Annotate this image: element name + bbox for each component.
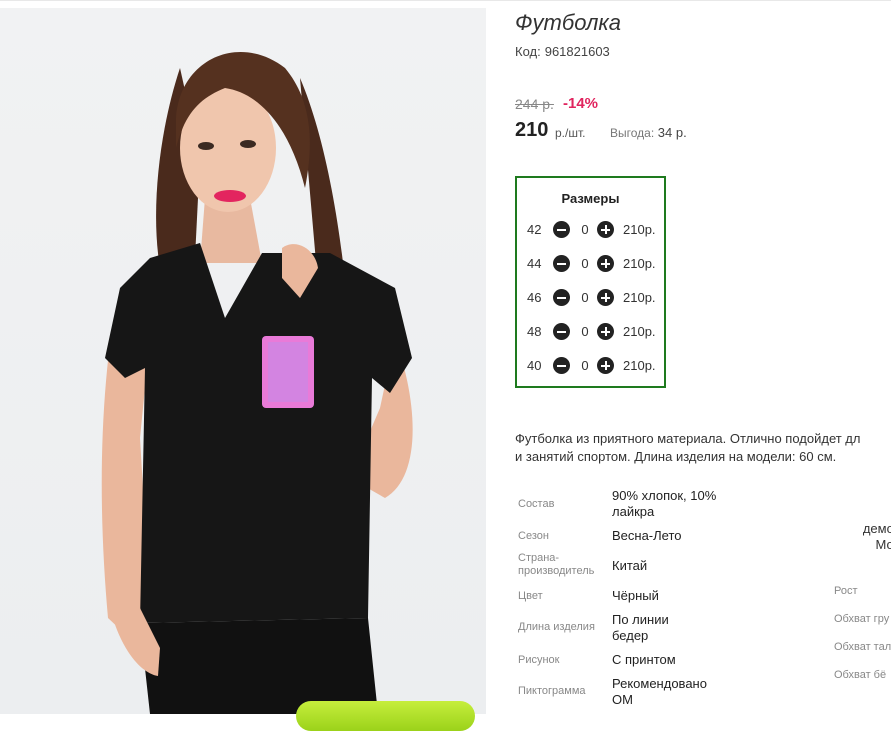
minus-icon xyxy=(557,364,566,367)
model-info-line: демон xyxy=(862,521,891,536)
saving-value: 34 р. xyxy=(657,125,687,140)
product-sku: Код: 961821603 xyxy=(515,44,610,59)
product-description: Футболка из приятного материала. Отлично… xyxy=(515,430,891,466)
property-value: Рекомендовано ОМ xyxy=(612,676,707,707)
qty-value: 0 xyxy=(581,290,589,305)
plus-icon xyxy=(601,361,610,370)
property-key: Состав xyxy=(518,498,555,510)
minus-icon xyxy=(557,296,566,299)
qty-value: 0 xyxy=(581,358,589,373)
qty-value: 0 xyxy=(581,222,589,237)
increase-qty-button[interactable] xyxy=(597,323,614,340)
model-param: Рост xyxy=(834,585,858,597)
increase-qty-button[interactable] xyxy=(597,357,614,374)
description-line: и занятий спортом. Длина изделия на моде… xyxy=(515,449,837,464)
model-param: Обхват тал xyxy=(834,641,891,653)
size-price: 210р. xyxy=(623,256,656,271)
sizes-panel: Размеры 42 0 210р. 44 0 210р. 46 0 210р.… xyxy=(515,176,666,388)
model-param: Обхват гру xyxy=(834,613,890,625)
discount-badge: -14% xyxy=(563,95,599,112)
product-title: Футболка xyxy=(515,10,621,35)
property-key: Цвет xyxy=(518,590,543,602)
model-info-line: Мод xyxy=(875,537,891,552)
size-label: 44 xyxy=(527,256,542,271)
size-label: 46 xyxy=(527,290,542,305)
sku-label: Код: xyxy=(515,44,541,59)
decrease-qty-button[interactable] xyxy=(553,255,570,272)
price-unit: р./шт. xyxy=(555,126,586,140)
model-illustration xyxy=(101,52,413,714)
size-price: 210р. xyxy=(623,222,656,237)
plus-icon xyxy=(601,293,610,302)
qty-value: 0 xyxy=(581,256,589,271)
property-value: С принтом xyxy=(612,652,676,667)
property-value: Китай xyxy=(612,558,648,573)
current-price: 210 xyxy=(515,119,549,141)
minus-icon xyxy=(557,228,566,231)
saving: Выгода: 34 р. xyxy=(610,125,687,140)
plus-icon xyxy=(601,327,610,336)
plus-icon xyxy=(601,259,610,268)
property-key: Рисунок xyxy=(518,654,560,666)
old-price: 244 р. xyxy=(515,96,554,112)
increase-qty-button[interactable] xyxy=(597,289,614,306)
property-value: Чёрный xyxy=(612,588,659,603)
increase-qty-button[interactable] xyxy=(597,221,614,238)
size-price: 210р. xyxy=(623,358,656,373)
size-price: 210р. xyxy=(623,324,656,339)
property-key: Страна-производитель xyxy=(518,552,595,577)
model-info: Т демон Мод xyxy=(834,505,891,553)
decrease-qty-button[interactable] xyxy=(553,357,570,374)
size-label: 42 xyxy=(527,222,542,237)
decrease-qty-button[interactable] xyxy=(553,323,570,340)
property-key: Пиктограмма xyxy=(518,685,586,697)
plus-icon xyxy=(601,225,610,234)
saving-label: Выгода: xyxy=(610,126,655,140)
property-value: По линии бедер xyxy=(612,612,669,643)
decrease-qty-button[interactable] xyxy=(553,289,570,306)
model-info-line: Т xyxy=(834,505,891,521)
top-border xyxy=(0,0,891,1)
minus-icon xyxy=(557,262,566,265)
minus-icon xyxy=(557,330,566,333)
property-value: 90% хлопок, 10% лайкра xyxy=(612,488,717,519)
property-key: Длина изделия xyxy=(518,621,595,633)
property-value: Весна-Лето xyxy=(612,528,682,543)
size-label: 40 xyxy=(527,358,542,373)
model-param: Обхват бё xyxy=(834,669,887,681)
sizes-title: Размеры xyxy=(561,191,620,206)
size-price: 210р. xyxy=(623,290,656,305)
decrease-qty-button[interactable] xyxy=(553,221,570,238)
property-key: Сезон xyxy=(518,530,549,542)
qty-value: 0 xyxy=(581,324,589,339)
sku-value: 961821603 xyxy=(544,44,610,59)
increase-qty-button[interactable] xyxy=(597,255,614,272)
size-label: 48 xyxy=(527,324,542,339)
add-to-cart-button[interactable] xyxy=(296,701,475,731)
description-line: Футболка из приятного материала. Отлично… xyxy=(515,431,861,446)
product-photo[interactable] xyxy=(0,8,486,714)
